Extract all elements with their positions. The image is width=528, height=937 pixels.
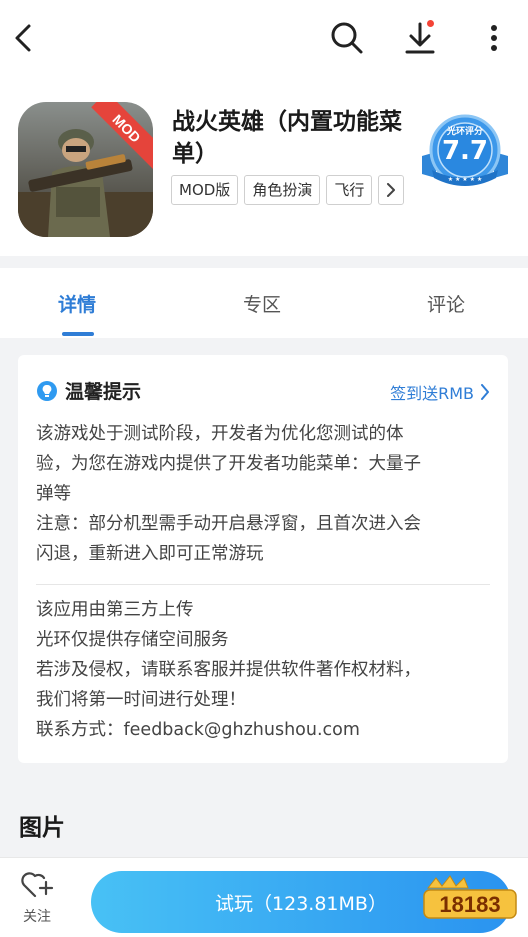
checkin-link[interactable]: 签到送RMB	[390, 380, 490, 404]
app-header: MOD 战火英雄（内置功能菜单） MOD版 角色扮演 飞行 ★ ★ ★ ★ ★ …	[0, 80, 528, 256]
contact-line: 联系方式：feedback@ghzhushou.com	[36, 720, 360, 740]
rating-score: 7.7	[441, 136, 489, 166]
more-vertical-icon	[491, 25, 497, 51]
follow-label: 关注	[23, 909, 51, 925]
divider	[36, 584, 490, 585]
notice-line: 弹等	[36, 484, 71, 504]
app-icon: MOD	[18, 102, 153, 237]
notice-line: 我们将第一时间进行处理！	[36, 690, 246, 710]
tag-item[interactable]: MOD版	[171, 175, 239, 205]
tag-item[interactable]: 飞行	[326, 175, 373, 205]
bottom-action-bar: 关注 试玩（123.81MB） 18183	[0, 857, 528, 937]
notice-header: 温馨提示	[36, 377, 141, 404]
svg-text:18183: 18183	[439, 892, 500, 917]
top-bar	[0, 0, 528, 80]
pictures-section-title: 图片	[19, 815, 65, 841]
notice-line: 闪退，重新进入即可正常游玩	[36, 544, 264, 564]
download-button[interactable]	[396, 14, 444, 62]
search-icon	[331, 22, 363, 54]
tag-item[interactable]: 角色扮演	[244, 175, 321, 205]
notice-line: 注意：部分机型需手动开启悬浮窗，且首次进入会	[36, 514, 421, 534]
notice-line: 该应用由第三方上传	[36, 600, 194, 620]
notice-description: 该游戏处于测试阶段，开发者为优化您测试的体 验，为您在游戏内提供了开发者功能菜单…	[36, 419, 486, 569]
heart-add-icon	[21, 872, 54, 898]
notice-line: 若涉及侵权，请联系客服并提供软件著作权材料，	[36, 660, 421, 680]
notice-line: 光环仅提供存储空间服务	[36, 630, 229, 650]
copyright-notice: 该应用由第三方上传 光环仅提供存储空间服务 若涉及侵权，请联系客服并提供软件著作…	[36, 595, 496, 745]
more-tags-button[interactable]	[378, 175, 405, 205]
search-button[interactable]	[323, 14, 371, 62]
follow-button[interactable]: 关注	[12, 870, 62, 930]
notification-dot	[427, 20, 434, 27]
lightbulb-icon	[37, 380, 57, 401]
notice-title: 温馨提示	[65, 381, 142, 403]
tag-list: MOD版 角色扮演 飞行	[171, 175, 405, 205]
tab-details[interactable]: 详情	[58, 290, 96, 317]
back-button[interactable]	[0, 14, 48, 62]
back-arrow-icon	[15, 24, 31, 52]
tab-bar: 详情 专区 评论	[0, 268, 528, 338]
rating-badge: ★ ★ ★ ★ ★ 光环评分 7.7	[418, 112, 512, 192]
tab-zone[interactable]: 专区	[243, 290, 281, 317]
watermark-logo: 18183	[423, 875, 517, 919]
chevron-right-icon	[481, 384, 489, 400]
chevron-right-icon	[387, 183, 396, 197]
notice-line: 验，为您在游戏内提供了开发者功能菜单：大量子	[36, 454, 421, 474]
tab-comments[interactable]: 评论	[427, 290, 465, 317]
notice-line: 该游戏处于测试阶段，开发者为优化您测试的体	[36, 424, 404, 444]
notice-card: 温馨提示 签到送RMB 该游戏处于测试阶段，开发者为优化您测试的体 验，为您在游…	[18, 355, 508, 763]
svg-text:★ ★ ★ ★ ★: ★ ★ ★ ★ ★	[448, 176, 483, 183]
checkin-link-label: 签到送RMB	[390, 384, 474, 403]
active-tab-indicator	[62, 332, 94, 336]
more-button[interactable]	[470, 14, 518, 62]
app-title: 战火英雄（内置功能菜单）	[172, 109, 402, 167]
